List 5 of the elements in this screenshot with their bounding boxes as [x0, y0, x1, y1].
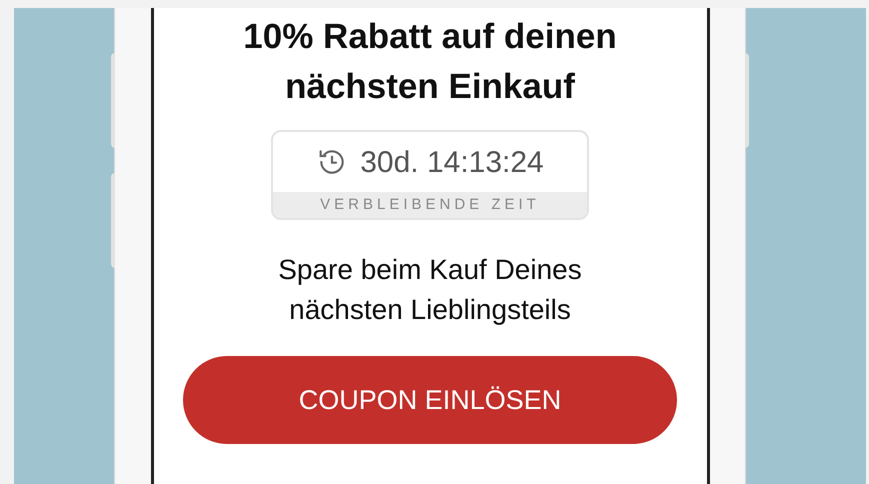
offer-title: 10% Rabatt auf deinen nächsten Einkauf [242, 16, 618, 108]
countdown-time: 30d. 14:13:24 [360, 144, 544, 180]
countdown-label: VERBLEIBENDE ZEIT [273, 192, 587, 218]
redeem-coupon-button[interactable]: COUPON EINLÖSEN [183, 356, 677, 444]
offer-description: Spare beim Kauf Deines nächsten Lieblingsteils [277, 253, 583, 327]
